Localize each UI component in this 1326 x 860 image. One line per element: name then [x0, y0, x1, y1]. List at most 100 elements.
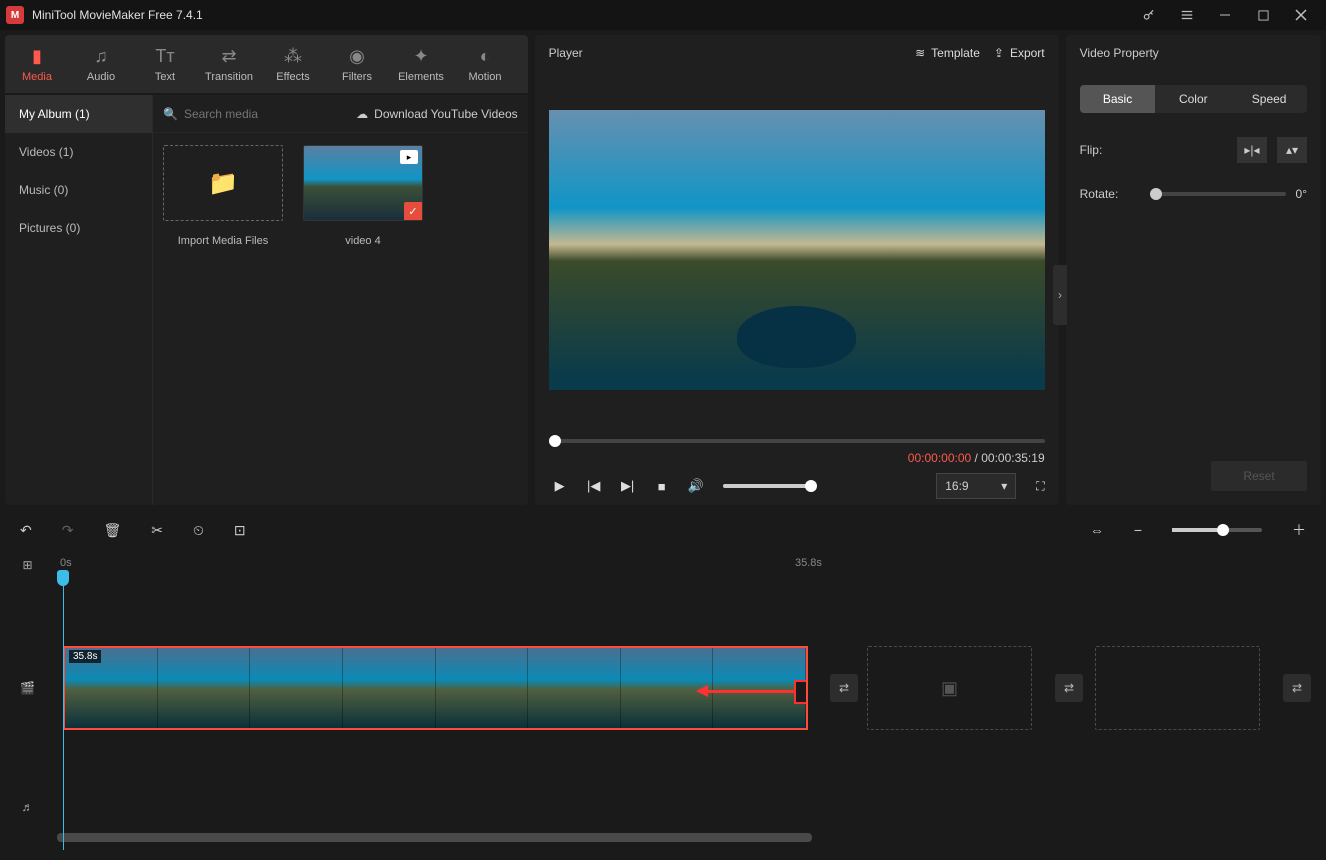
app-title: MiniTool MovieMaker Free 7.4.1 — [32, 8, 203, 22]
rotate-value: 0° — [1296, 187, 1307, 201]
property-tab-color[interactable]: Color — [1155, 85, 1231, 113]
app-logo-icon: M — [6, 6, 24, 24]
export-button[interactable]: ⇪ Export — [994, 46, 1045, 60]
timeline-ruler[interactable]: 0s 35.8s — [55, 550, 1326, 580]
minimize-button[interactable] — [1206, 0, 1244, 30]
play-button[interactable]: ▶ — [549, 478, 571, 494]
add-track-button[interactable]: ⊞ — [0, 550, 55, 580]
reset-button[interactable]: Reset — [1211, 461, 1307, 491]
audio-track-icon: ♬ — [0, 782, 55, 832]
next-frame-button[interactable]: ▶| — [617, 478, 639, 494]
search-icon: 🔍 — [163, 107, 178, 121]
album-sidebar: My Album (1) Videos (1) Music (0) Pictur… — [5, 95, 153, 505]
video-track-icon: 🎬 — [0, 642, 55, 734]
audio-track[interactable] — [55, 782, 1316, 832]
player-panel: Player ≋ Template ⇪ Export 00:00:00:00 /… — [535, 35, 1059, 505]
trim-handle[interactable]: ↔ — [794, 680, 808, 704]
tab-motion[interactable]: ◐Motion — [453, 35, 517, 93]
check-icon: ✓ — [404, 202, 422, 220]
video-track[interactable]: 35.8s ↔ ⇄ ▣ ⇄ ⇄ — [55, 642, 1316, 734]
filter-icon: ◉ — [349, 46, 365, 67]
video-clip[interactable]: 35.8s ↔ — [63, 646, 808, 730]
search-input[interactable] — [184, 107, 339, 121]
tab-media[interactable]: ▮Media — [5, 35, 69, 93]
text-icon: Tᴛ — [155, 46, 174, 67]
clip-duration-label: 35.8s — [69, 650, 101, 663]
media-panel: ▮Media ♫Audio TᴛText ⇄Transition ⁂Effect… — [5, 35, 528, 505]
property-title: Video Property — [1080, 46, 1159, 60]
arrow-annotation — [696, 686, 796, 696]
property-panel: Video Property Basic Color Speed Flip: ▸… — [1066, 35, 1321, 505]
star-icon: ✦ — [413, 46, 428, 67]
sparkle-icon: ⁂ — [284, 46, 302, 67]
sidebar-item-myalbum[interactable]: My Album (1) — [5, 95, 152, 133]
rotate-slider[interactable] — [1150, 192, 1286, 196]
menu-icon[interactable] — [1168, 0, 1206, 30]
sidebar-item-music[interactable]: Music (0) — [5, 171, 152, 209]
player-title: Player — [549, 46, 583, 60]
add-clip-icon: ▣ — [941, 678, 958, 699]
property-tab-basic[interactable]: Basic — [1080, 85, 1156, 113]
fullscreen-button[interactable]: ⛶ — [1036, 479, 1044, 494]
player-timecode: 00:00:00:00 / 00:00:35:19 — [549, 451, 1045, 465]
export-icon: ⇪ — [994, 46, 1004, 60]
maximize-button[interactable] — [1244, 0, 1282, 30]
split-button[interactable]: ✂ — [151, 522, 163, 539]
delete-button[interactable]: 🗑 — [103, 522, 121, 539]
flip-label: Flip: — [1080, 143, 1140, 157]
playhead[interactable] — [63, 570, 64, 850]
player-preview[interactable] — [549, 110, 1045, 390]
main-toolbar: ▮Media ♫Audio TᴛText ⇄Transition ⁂Effect… — [5, 35, 528, 95]
media-thumbnail-video4[interactable]: ▸ ✓ video 4 — [303, 145, 423, 247]
transition-button[interactable]: ⇄ — [1283, 674, 1311, 702]
folder-icon: 📁 — [208, 169, 238, 198]
video-badge-icon: ▸ — [400, 150, 418, 164]
chevron-down-icon: ▾ — [1001, 479, 1007, 493]
timeline-scrollbar[interactable] — [57, 833, 1316, 842]
zoom-slider[interactable] — [1172, 528, 1262, 532]
motion-icon: ◐ — [480, 46, 491, 67]
empty-clip-slot[interactable] — [1095, 646, 1260, 730]
tab-effects[interactable]: ⁂Effects — [261, 35, 325, 93]
tab-filters[interactable]: ◉Filters — [325, 35, 389, 93]
close-button[interactable] — [1282, 0, 1320, 30]
key-icon[interactable] — [1130, 0, 1168, 30]
title-bar: M MiniTool MovieMaker Free 7.4.1 — [0, 0, 1326, 30]
swap-icon: ⇄ — [221, 46, 236, 67]
tab-audio[interactable]: ♫Audio — [69, 35, 133, 93]
template-button[interactable]: ≋ Template — [915, 46, 980, 60]
speed-button[interactable]: ⏲ — [193, 522, 204, 539]
empty-clip-slot[interactable]: ▣ — [867, 646, 1032, 730]
folder-icon: ▮ — [32, 46, 42, 67]
sidebar-item-videos[interactable]: Videos (1) — [5, 133, 152, 171]
zoom-out-button[interactable]: − — [1134, 522, 1142, 538]
fit-timeline-button[interactable]: ⇔ — [1090, 522, 1104, 538]
prev-frame-button[interactable]: |◀ — [583, 478, 605, 494]
import-media-button[interactable]: 📁 Import Media Files — [163, 145, 283, 247]
property-tab-speed[interactable]: Speed — [1231, 85, 1307, 113]
player-scrubber[interactable] — [549, 439, 1045, 443]
crop-button[interactable]: ⊡ — [234, 522, 246, 539]
layers-icon: ≋ — [915, 46, 925, 60]
tab-transition[interactable]: ⇄Transition — [197, 35, 261, 93]
stop-button[interactable]: ■ — [651, 479, 673, 494]
download-youtube-button[interactable]: ☁ Download YouTube Videos — [356, 107, 517, 121]
redo-button[interactable]: ↷ — [62, 522, 74, 539]
sidebar-item-pictures[interactable]: Pictures (0) — [5, 209, 152, 247]
cloud-download-icon: ☁ — [356, 107, 368, 121]
panel-expand-button[interactable]: › — [1053, 265, 1067, 325]
flip-vertical-button[interactable]: ▴▾ — [1277, 137, 1307, 163]
transition-button[interactable]: ⇄ — [1055, 674, 1083, 702]
flip-horizontal-button[interactable]: ▸|◂ — [1237, 137, 1267, 163]
aspect-ratio-select[interactable]: 16:9 ▾ — [936, 473, 1016, 499]
timeline: ⊞ 🎬 ♬ 0s 35.8s 35.8s ↔ ⇄ ▣ ⇄ ⇄ — [0, 550, 1326, 850]
undo-button[interactable]: ↶ — [20, 522, 32, 539]
rotate-label: Rotate: — [1080, 187, 1140, 201]
transition-button[interactable]: ⇄ — [830, 674, 858, 702]
tab-elements[interactable]: ✦Elements — [389, 35, 453, 93]
volume-icon[interactable]: 🔊 — [685, 478, 707, 494]
tab-text[interactable]: TᴛText — [133, 35, 197, 93]
music-icon: ♫ — [94, 46, 108, 67]
volume-slider[interactable] — [723, 484, 813, 488]
zoom-in-button[interactable]: ＋ — [1292, 520, 1306, 540]
